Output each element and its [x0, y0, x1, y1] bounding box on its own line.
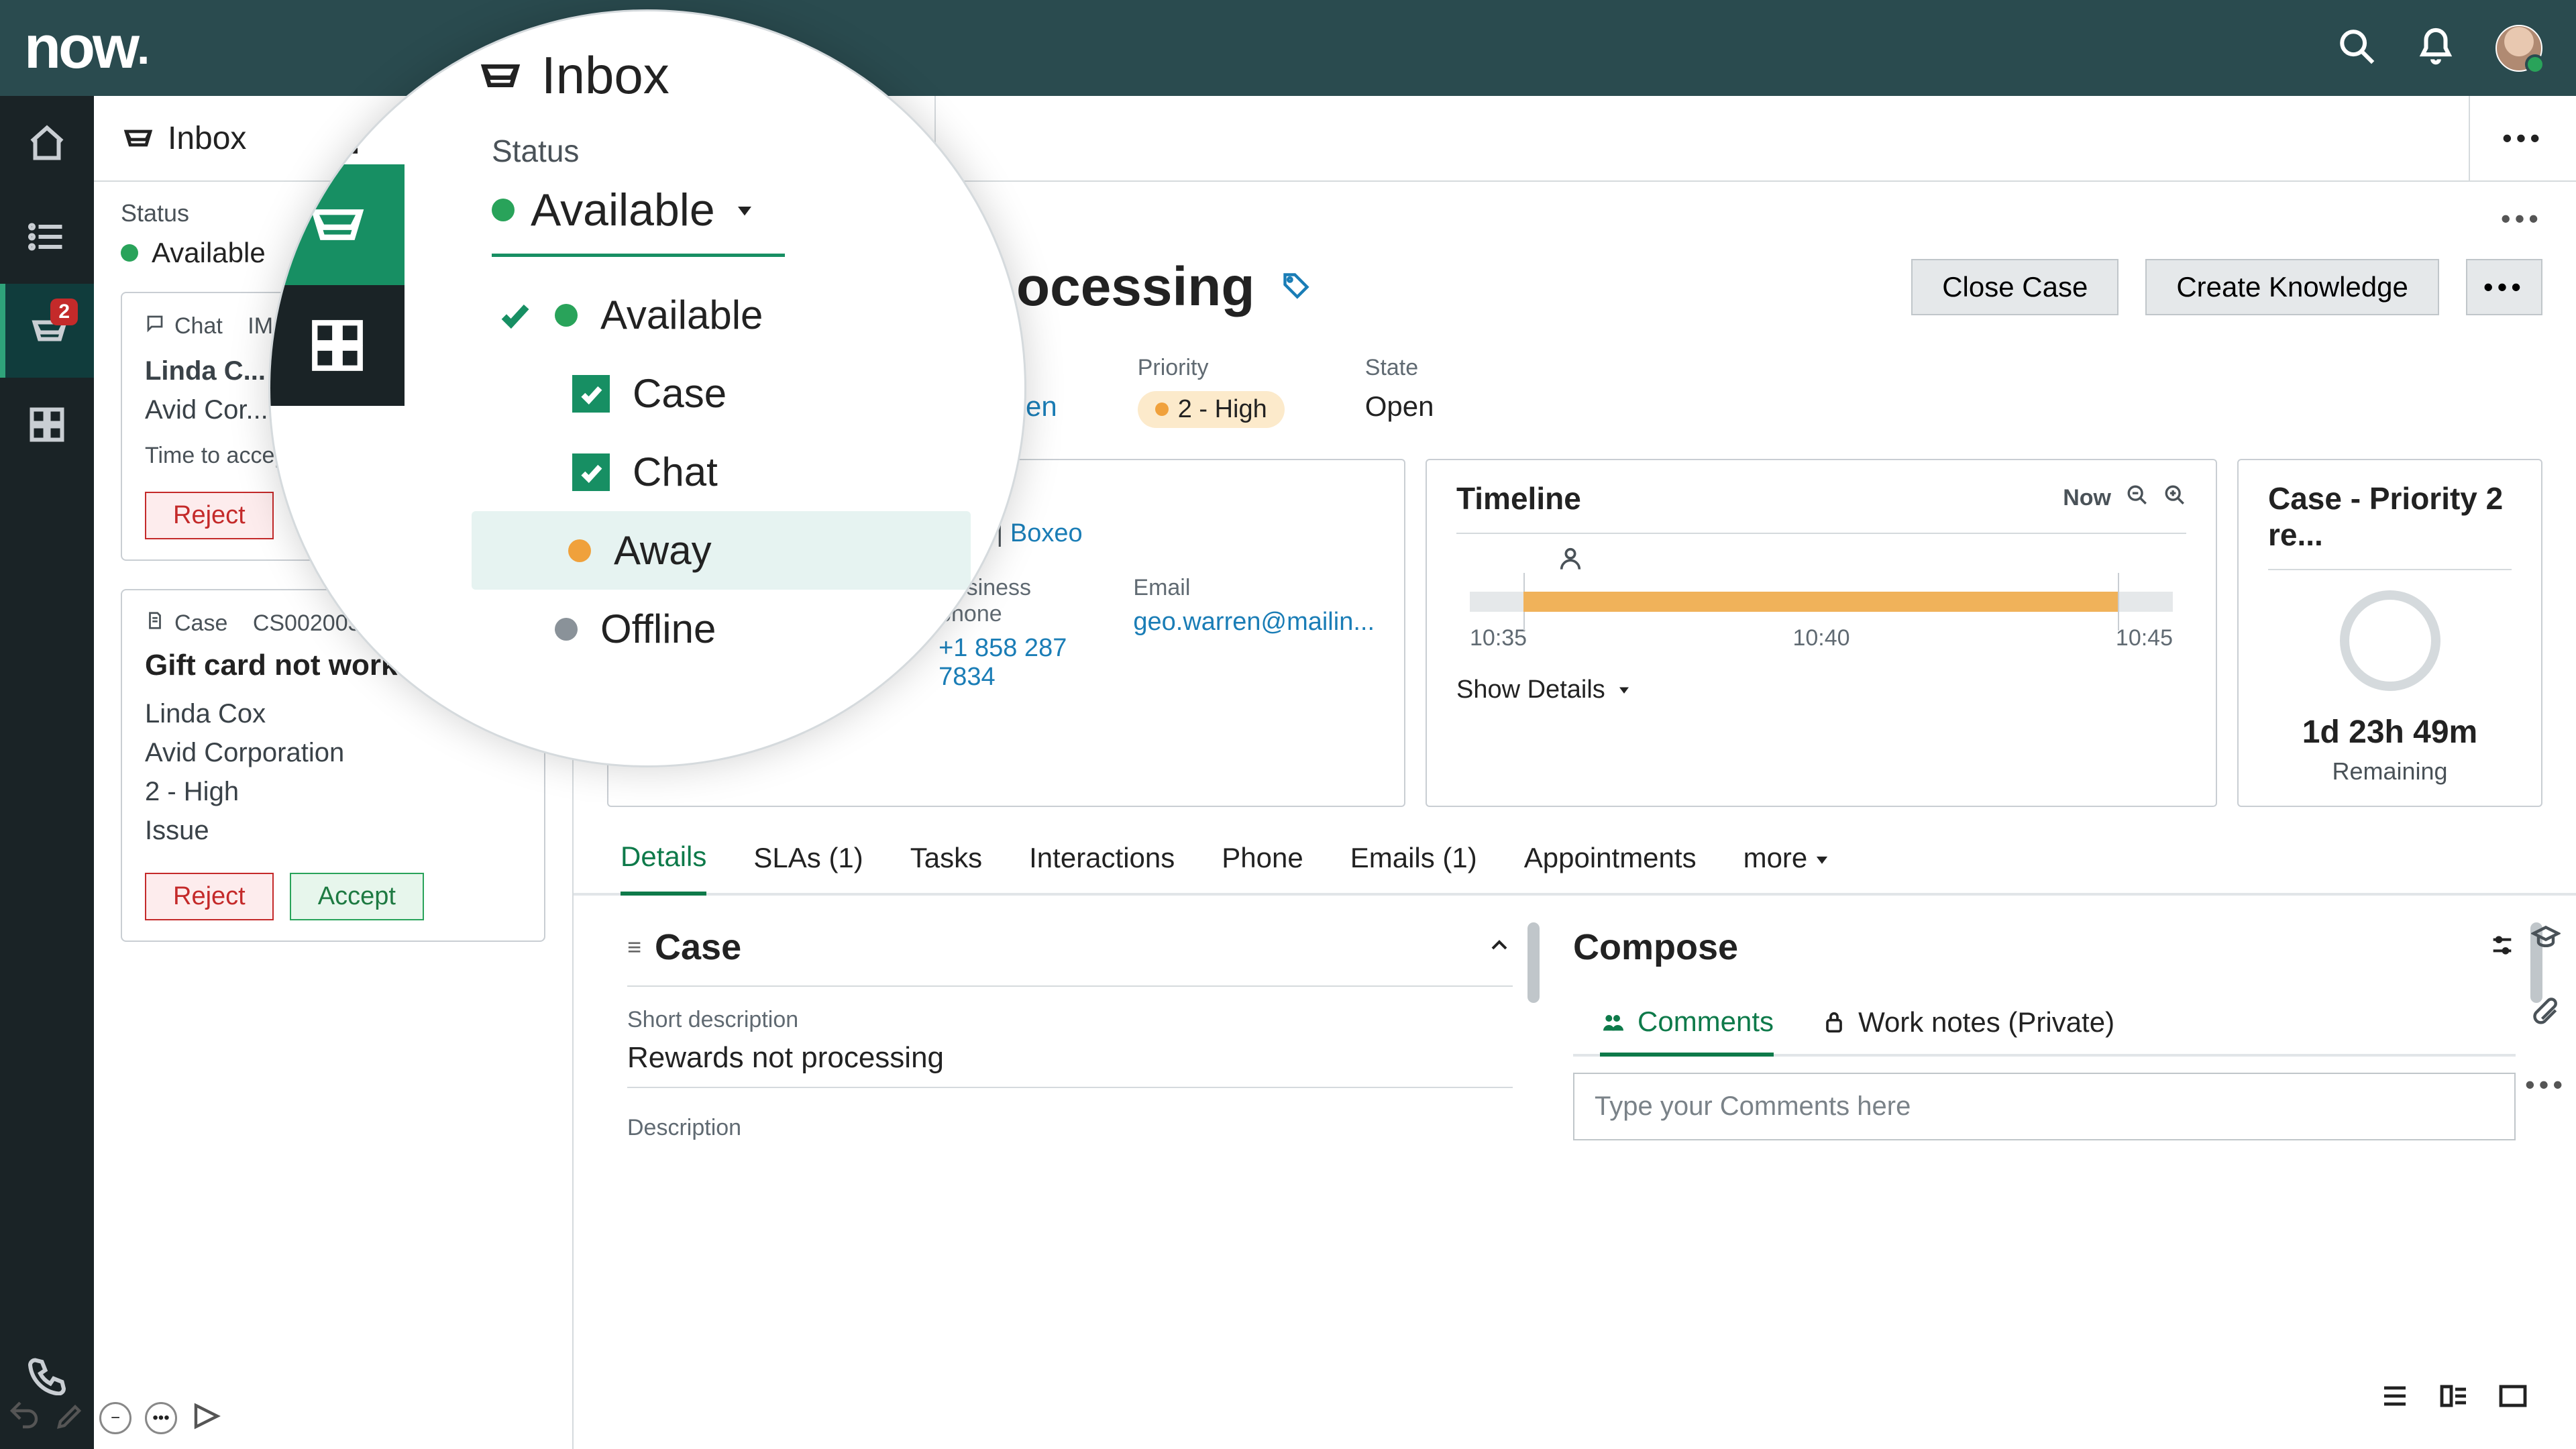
reject-button[interactable]: Reject — [145, 873, 274, 920]
page-more-icon[interactable]: ••• — [2501, 203, 2542, 235]
left-rail: 2 — [0, 96, 94, 1449]
close-case-button[interactable]: Close Case — [1911, 259, 2118, 315]
dot-orange-icon — [568, 539, 591, 562]
overlay-toolbar: − ••• — [8, 1400, 223, 1436]
tab-emails[interactable]: Emails (1) — [1350, 842, 1477, 893]
tab-tasks[interactable]: Tasks — [910, 842, 982, 893]
case-form: ≡ Case Short description Rewards not pro… — [607, 896, 1540, 1149]
rail-more-icon[interactable]: ••• — [2525, 1069, 2567, 1101]
sla-card: Case - Priority 2 re... 1d 23h 49m Remai… — [2237, 459, 2542, 807]
accept-button[interactable]: Accept — [290, 873, 424, 920]
tabs-more-icon[interactable]: ••• — [2469, 96, 2576, 180]
tab-more[interactable]: more — [1743, 842, 1832, 893]
brand-logo: now. — [24, 13, 147, 83]
create-knowledge-button[interactable]: Create Knowledge — [2145, 259, 2439, 315]
tab-interactions[interactable]: Interactions — [1029, 842, 1175, 893]
edit-icon[interactable] — [54, 1400, 86, 1436]
mag-rail-inbox[interactable] — [270, 164, 405, 285]
avatar[interactable] — [2496, 25, 2542, 72]
status-option-away[interactable]: Away — [472, 511, 971, 590]
tab-appointments[interactable]: Appointments — [1524, 842, 1697, 893]
tab-slas[interactable]: SLAs (1) — [753, 842, 863, 893]
magnifier-overlay: Inbox Status Available Available Cas — [268, 9, 1026, 767]
timeline-bar[interactable] — [1470, 592, 2173, 612]
status-option-offline[interactable]: Offline — [498, 590, 971, 668]
timeline-user-icon — [1557, 545, 1584, 575]
dot-green-icon — [555, 304, 578, 327]
short-description-field[interactable]: Rewards not processing — [627, 1041, 1513, 1088]
undo-icon[interactable] — [8, 1400, 40, 1436]
case-icon — [145, 610, 165, 637]
view-split-icon[interactable] — [2438, 1380, 2470, 1415]
status-dot-icon — [492, 199, 515, 221]
reject-button[interactable]: Reject — [145, 492, 274, 539]
status-option-available[interactable]: Available — [498, 276, 971, 354]
rail-home[interactable] — [0, 96, 94, 190]
view-full-icon[interactable] — [2497, 1380, 2529, 1415]
tab-phone[interactable]: Phone — [1222, 842, 1303, 893]
attachment-icon[interactable] — [2531, 996, 2561, 1028]
zoom-out-icon[interactable] — [2126, 484, 2149, 513]
state-value: Open — [1365, 390, 1434, 423]
view-list-icon[interactable] — [2379, 1380, 2411, 1415]
compose-tab-comments[interactable]: Comments — [1600, 1006, 1774, 1057]
status-channel-chat[interactable]: Chat — [572, 433, 971, 511]
bell-icon[interactable] — [2416, 27, 2455, 69]
actions-more-icon[interactable]: ••• — [2466, 259, 2542, 315]
timeline-now[interactable]: Now — [2063, 485, 2111, 511]
status-options: Available Case Chat Away Offline — [498, 276, 971, 668]
collapse-icon[interactable] — [1486, 932, 1513, 962]
search-icon[interactable] — [2337, 27, 2376, 69]
sla-time: 1d 23h 49m — [2268, 714, 2512, 751]
activity-rail: ••• — [2516, 922, 2576, 1101]
ellipsis-circle-icon[interactable]: ••• — [145, 1402, 177, 1434]
inbox-badge: 2 — [50, 299, 78, 325]
drag-handle-icon[interactable]: ≡ — [627, 933, 641, 961]
rail-inbox[interactable]: 2 — [0, 284, 94, 378]
compose-settings-icon[interactable] — [2489, 932, 2516, 962]
mag-rail-dashboard[interactable] — [270, 285, 405, 406]
compose-panel: Compose Comments Work notes (Private) — [1540, 896, 2542, 1149]
checkbox-checked-icon — [572, 453, 610, 491]
zoom-in-icon[interactable] — [2163, 484, 2186, 513]
mag-rail-menu[interactable] — [270, 112, 405, 164]
sla-ring-icon — [2340, 590, 2440, 691]
minus-circle-icon[interactable]: − — [99, 1402, 131, 1434]
forward-icon[interactable] — [191, 1400, 223, 1436]
checkbox-checked-icon — [572, 375, 610, 413]
show-details-toggle[interactable]: Show Details — [1456, 676, 1633, 704]
rail-dashboard[interactable] — [0, 378, 94, 472]
compose-tab-worknotes[interactable]: Work notes (Private) — [1821, 1006, 2114, 1054]
scrollbar[interactable] — [1527, 922, 1540, 1003]
email-link[interactable]: geo.warren@mailin... — [1133, 608, 1375, 636]
magnifier-rail — [270, 112, 405, 406]
detail-tabs: Details SLAs (1) Tasks Interactions Phon… — [574, 807, 2576, 896]
rail-list[interactable] — [0, 190, 94, 284]
record-title: ocessing — [1016, 256, 1254, 319]
timeline-card: Timeline Now — [1426, 459, 2217, 807]
comments-input[interactable]: Type your Comments here — [1573, 1073, 2516, 1140]
inbox-title: Inbox — [168, 120, 246, 157]
status-channel-case[interactable]: Case — [572, 354, 971, 433]
tab-details[interactable]: Details — [621, 841, 706, 896]
chat-icon — [145, 313, 165, 339]
status-dropdown[interactable]: Available — [492, 184, 785, 257]
status-dot-icon — [121, 244, 138, 262]
dot-gray-icon — [555, 618, 578, 641]
tag-icon[interactable] — [1281, 271, 1311, 304]
view-toggle — [2379, 1380, 2529, 1415]
priority-chip: 2 - High — [1138, 391, 1285, 428]
graduation-icon[interactable] — [2531, 922, 2561, 955]
